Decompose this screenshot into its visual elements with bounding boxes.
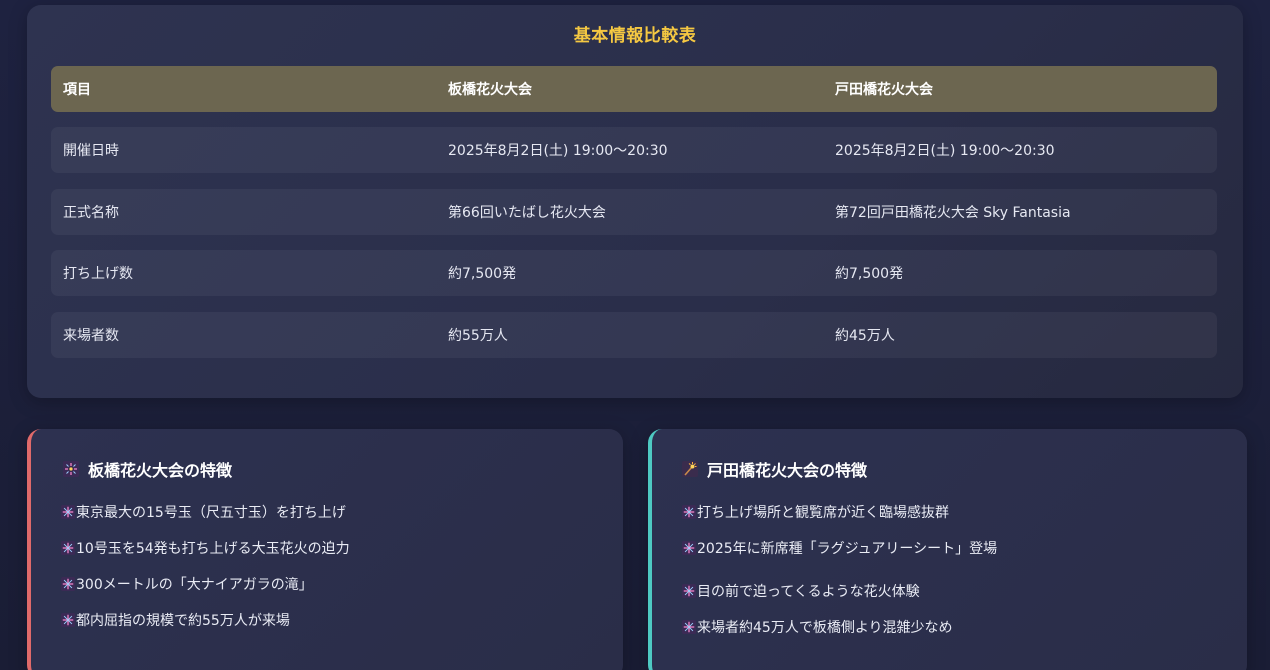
fireworks-icon [61,541,75,555]
row-toda-value: 2025年8月2日(土) 19:00〜20:30 [835,143,1055,159]
feature-text: 2025年に新席種「ラグジュアリーシート」登場 [697,541,998,557]
row-label: 打ち上げ数 [63,266,133,282]
header-itabashi: 板橋花火大会 [448,82,532,98]
toda-features-card: 戸田橋花火大会の特徴 打ち上げ場所と観覧席が近く臨場感抜群 2025年に新席種「… [648,429,1247,670]
list-item: 目の前で迫ってくるような花火体験 [682,581,920,601]
table-header-row: 項目 板橋花火大会 戸田橋花火大会 [51,66,1217,112]
itabashi-features-heading: 板橋花火大会の特徴 [63,457,232,481]
itabashi-features-title: 板橋花火大会の特徴 [88,461,233,480]
page: 基本情報比較表 項目 板橋花火大会 戸田橋花火大会 開催日時 2025年8月2日… [0,0,1270,670]
itabashi-features-card: 板橋花火大会の特徴 東京最大の15号玉（尺五寸玉）を打ち上げ 10号玉を54発も… [27,429,623,670]
row-itabashi-value: 2025年8月2日(土) 19:00〜20:30 [448,143,668,159]
fireworks-icon [63,461,79,477]
feature-text: 都内屈指の規模で約55万人が来場 [76,613,290,629]
table-row: 開催日時 2025年8月2日(土) 19:00〜20:30 2025年8月2日(… [51,127,1217,173]
feature-text: 東京最大の15号玉（尺五寸玉）を打ち上げ [76,505,346,521]
fireworks-icon [61,577,75,591]
row-toda-value: 約7,500発 [835,266,904,282]
row-label: 正式名称 [63,205,119,221]
feature-text: 打ち上げ場所と観覧席が近く臨場感抜群 [697,505,949,521]
feature-text: 10号玉を54発も打ち上げる大玉花火の迫力 [76,541,350,557]
row-label: 開催日時 [63,143,119,159]
toda-features-title: 戸田橋花火大会の特徴 [707,461,868,480]
row-toda-value: 第72回戸田橋花火大会 Sky Fantasia [835,205,1071,221]
row-itabashi-value: 約7,500発 [448,266,517,282]
fireworks-icon [61,505,75,519]
header-item: 項目 [63,82,91,98]
fireworks-icon [682,584,696,598]
row-label: 来場者数 [63,328,119,344]
feature-text: 300メートルの「大ナイアガラの滝」 [76,577,313,593]
list-item: 2025年に新席種「ラグジュアリーシート」登場 [682,538,997,558]
table-row: 来場者数 約55万人 約45万人 [51,312,1217,358]
comparison-card: 基本情報比較表 項目 板橋花火大会 戸田橋花火大会 開催日時 2025年8月2日… [27,5,1243,398]
list-item: 来場者約45万人で板橋側より混雑少なめ [682,617,953,637]
feature-text: 来場者約45万人で板橋側より混雑少なめ [697,620,953,636]
list-item: 300メートルの「大ナイアガラの滝」 [61,574,313,594]
fireworks-icon [682,620,696,634]
table-row: 打ち上げ数 約7,500発 約7,500発 [51,250,1217,296]
feature-text: 目の前で迫ってくるような花火体験 [697,584,920,600]
fireworks-icon [682,505,696,519]
list-item: 都内屈指の規模で約55万人が来場 [61,610,290,630]
toda-features-heading: 戸田橋花火大会の特徴 [682,457,867,481]
table-row: 正式名称 第66回いたばし花火大会 第72回戸田橋花火大会 Sky Fantas… [51,189,1217,235]
list-item: 10号玉を54発も打ち上げる大玉花火の迫力 [61,538,350,558]
list-item: 打ち上げ場所と観覧席が近く臨場感抜群 [682,502,949,522]
sparkler-icon [682,461,698,477]
row-toda-value: 約45万人 [835,328,895,344]
row-itabashi-value: 約55万人 [448,328,508,344]
header-toda: 戸田橋花火大会 [835,82,933,98]
list-item: 東京最大の15号玉（尺五寸玉）を打ち上げ [61,502,346,522]
fireworks-icon [61,613,75,627]
fireworks-icon [682,541,696,555]
row-itabashi-value: 第66回いたばし花火大会 [448,205,606,221]
comparison-title: 基本情報比較表 [573,26,697,46]
